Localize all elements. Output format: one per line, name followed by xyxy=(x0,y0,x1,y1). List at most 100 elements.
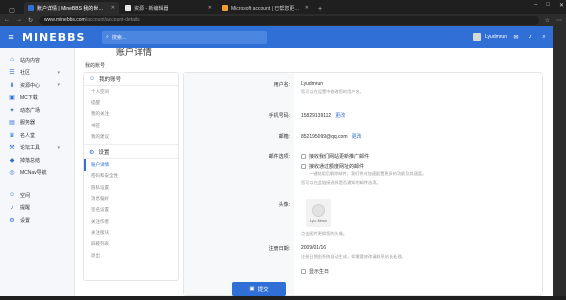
change-phone-link[interactable]: 更改 xyxy=(335,113,345,119)
close-tab-icon[interactable]: ✕ xyxy=(208,5,212,11)
birthday-checkbox[interactable]: 显示生日 xyxy=(301,268,329,275)
nav-heading-settings[interactable]: ⚙ 设置 xyxy=(84,146,178,160)
user-icon: ☺ xyxy=(89,76,96,82)
avatar-picker[interactable]: Lyu .Mrrun xyxy=(306,199,331,227)
settings-nav-item[interactable]: 隐私设置 xyxy=(84,182,178,193)
settings-nav-item[interactable]: 我的建议 xyxy=(84,131,178,142)
alerts-icon[interactable]: ♪ xyxy=(525,34,535,40)
close-window-icon[interactable]: ✕ xyxy=(559,2,564,9)
browser-menu-icon[interactable]: ▢ xyxy=(0,7,24,14)
sidebar-item[interactable]: ⌂ 站内内容 xyxy=(0,54,74,67)
download-icon: ⬇ xyxy=(9,82,15,89)
forward-icon[interactable]: → xyxy=(16,17,22,23)
settings-nav-item[interactable]: 我的关注 xyxy=(84,109,178,120)
settings-nav-item[interactable]: 签名设置 xyxy=(84,205,178,216)
nav-heading-account[interactable]: ☺ 我的账号 xyxy=(84,73,178,86)
site-logo[interactable]: MINEBBS xyxy=(22,31,92,44)
submit-button[interactable]: ▣ 提交 xyxy=(232,282,286,296)
settings-nav-item[interactable]: 关注版块 xyxy=(84,227,178,238)
sidebar-item[interactable]: ⚒ 论坛工具 ▾ xyxy=(0,142,74,155)
activity-icon: ✦ xyxy=(9,107,15,114)
sidebar-item[interactable]: ☰ 社区 ▾ xyxy=(0,67,74,80)
sidebar-item[interactable]: ✦ 动态广场 xyxy=(0,104,74,117)
checkbox-icon[interactable] xyxy=(301,269,306,274)
inbox-icon[interactable]: ✉ xyxy=(511,34,521,41)
sidebar-item-label: 设置 xyxy=(20,217,31,224)
chevron-down-icon[interactable]: ▾ xyxy=(57,70,60,76)
tab-label: 账户详情 | MineBBS 我的世界中... xyxy=(37,5,108,12)
avatar[interactable] xyxy=(472,33,481,41)
favorite-icon[interactable]: ☆ xyxy=(545,17,550,24)
email-options-hint: 您可以在此链接选择是否通知的邮件选项。 xyxy=(301,180,381,185)
page-title: 账户详情 xyxy=(116,48,153,57)
sidebar-bottom-item[interactable]: ♪ 提醒 xyxy=(0,202,74,215)
username-hint: 您可以在设置中修改您的用户名。 xyxy=(301,89,364,94)
phone-label: 手机号码: xyxy=(268,113,290,119)
breadcrumb[interactable]: 我的账号 xyxy=(85,62,105,69)
option-2-label: 接收通过额度网址的邮件 xyxy=(309,164,365,170)
username-value: Lyudmrun xyxy=(301,81,324,87)
home-icon: ⌂ xyxy=(10,57,14,64)
settings-nav-item[interactable]: 个人空间 xyxy=(84,86,178,97)
trophy-icon: ♛ xyxy=(9,132,15,139)
sidebar-bottom-item[interactable]: ⚙ 设置 xyxy=(0,214,74,227)
checkbox-icon[interactable] xyxy=(301,154,306,159)
settings-nav-item[interactable]: 关注作者 xyxy=(84,216,178,227)
avatar-image xyxy=(312,203,325,217)
settings-nav-item[interactable]: 退出 xyxy=(84,250,178,261)
settings-nav-item[interactable]: 书签 xyxy=(84,120,178,131)
settings-nav-item[interactable]: 账户详情 xyxy=(84,159,178,171)
username[interactable]: Lyudmrun xyxy=(485,34,507,40)
header-search-icon[interactable]: ⌕ xyxy=(539,34,549,41)
browser-tab[interactable]: 资源 - 新编辑器 ✕ xyxy=(121,2,216,14)
settings-nav-item[interactable]: 密码和安全性 xyxy=(84,171,178,182)
sidebar-item[interactable]: ◆ 掉落总结 xyxy=(0,154,74,167)
settings-nav-item[interactable]: 消息偏好 xyxy=(84,193,178,204)
avatar-label: 头像: xyxy=(278,202,290,208)
url-field[interactable]: www.minebbs.com/account/account-details xyxy=(39,15,539,25)
option-1-checkbox[interactable]: 接收我们网站更新推广邮件 xyxy=(301,153,369,160)
hamburger-menu-icon[interactable]: ≡ xyxy=(0,32,22,42)
sidebar-item[interactable]: ⬇ 资源中心 ▾ xyxy=(0,79,74,92)
sidebar-item-label: MCNav导航 xyxy=(20,170,47,177)
register-value: 2009/01/16 xyxy=(301,245,327,251)
window-bottom-edge xyxy=(0,296,566,300)
sidebar-item-label: 动态广场 xyxy=(20,107,41,114)
tab-favicon-icon xyxy=(125,5,131,11)
back-icon[interactable]: ← xyxy=(4,17,10,23)
new-tab-button[interactable]: + xyxy=(318,6,322,13)
browser-more-icon[interactable]: ⋯ xyxy=(556,17,562,24)
sidebar-item[interactable]: ◎ MCNav导航 xyxy=(0,167,74,180)
user-menu[interactable]: Lyudmrun ✉ ♪ ⌕ xyxy=(472,33,553,41)
browser-tab[interactable]: 账户详情 | MineBBS 我的世界中... ✕ xyxy=(24,2,119,14)
settings-nav-item[interactable]: 屏蔽列表 xyxy=(84,239,178,250)
maximize-icon[interactable]: □ xyxy=(546,2,550,9)
browser-tab-bar: ▢ 账户详情 | MineBBS 我的世界中... ✕ 资源 - 新编辑器 ✕ Micr… xyxy=(0,0,566,14)
sidebar-item-label: 空间 xyxy=(20,192,31,199)
tab-favicon-icon xyxy=(28,5,34,11)
compass-icon: ◎ xyxy=(9,170,15,177)
settings-nav-item[interactable]: 提醒 xyxy=(84,97,178,108)
chevron-down-icon[interactable]: ▾ xyxy=(57,145,60,151)
sidebar-item[interactable]: ▤ 服务器 xyxy=(0,117,74,130)
browser-tab[interactable]: Microsoft account | 已帮您更新... ✕ xyxy=(218,2,313,14)
search-input[interactable]: ⌕ 搜索... xyxy=(102,30,267,44)
option-2-checkbox[interactable]: 接收通过额度网址的邮件 xyxy=(301,163,364,170)
chevron-down-icon[interactable]: ▾ xyxy=(57,82,60,88)
option-2-hint: 一键结组后解除邮件，我们将对加速配置更多的功能及其速度。 xyxy=(309,171,427,176)
close-tab-icon[interactable]: ✕ xyxy=(305,5,309,11)
form-label-column xyxy=(184,73,294,295)
reload-icon[interactable]: ↻ xyxy=(28,17,33,24)
phone-value: 15829139112 xyxy=(301,113,332,119)
cube-icon: ▣ xyxy=(9,95,15,102)
minimize-icon[interactable]: – xyxy=(534,2,537,9)
change-email-link[interactable]: 更改 xyxy=(352,134,362,140)
close-tab-icon[interactable]: ✕ xyxy=(111,5,115,11)
window-controls: – □ ✕ xyxy=(534,2,564,9)
drop-icon: ◆ xyxy=(9,157,15,164)
sidebar-item[interactable]: ▣ MC下载 xyxy=(0,92,74,105)
sidebar-bottom-item[interactable]: ☺ 空间 xyxy=(0,189,74,202)
checkbox-icon[interactable] xyxy=(301,164,306,169)
page-scrollbar[interactable] xyxy=(553,26,566,296)
sidebar-item[interactable]: ♛ 名人堂 xyxy=(0,129,74,142)
